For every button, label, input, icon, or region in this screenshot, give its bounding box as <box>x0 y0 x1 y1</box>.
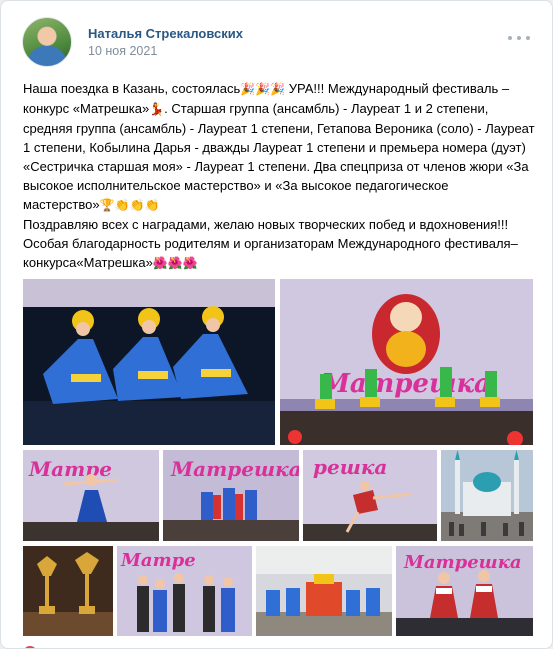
post-text: Наша поездка в Казань, состоялась🎉🎉🎉 УРА… <box>23 79 538 273</box>
photo-1-three-dancers[interactable] <box>23 279 275 445</box>
more-horizontal-icon[interactable] <box>508 32 530 44</box>
author-name[interactable]: Наталья Стрекаловских <box>88 26 243 41</box>
photo-2-stage-banner[interactable]: Матрешка <box>280 279 533 445</box>
hibiscus-icon: 🌺🌺🌺 <box>152 256 198 270</box>
photo-7-trophies[interactable] <box>23 546 113 636</box>
banner-text-4: Матрешка <box>403 552 522 573</box>
banner-text-end: решка <box>313 455 387 479</box>
photo-6-kazan-mosque[interactable] <box>441 450 533 541</box>
photo-10-duet[interactable]: Матрешка <box>396 546 533 636</box>
post-date[interactable]: 10 ноя 2021 <box>88 44 157 58</box>
post-card: Наталья Стрекаловских 10 ноя 2021 Наша п… <box>0 0 553 649</box>
banner-text-2: Матрешка <box>170 457 299 481</box>
party-popper-icon: 🎉🎉🎉 <box>240 82 286 96</box>
banner-text: Матрешка <box>320 369 491 399</box>
author-avatar[interactable] <box>22 17 72 67</box>
photo-5-dancer-jump[interactable]: решка <box>303 450 437 541</box>
like-bar[interactable] <box>23 642 53 648</box>
photo-3-solo-dancer[interactable]: Матре <box>23 450 159 541</box>
photo-4-group-stage[interactable]: Матрешка <box>163 450 299 541</box>
post-text-part-3: . Старшая группа (ансамбль) - Лауреат 1 … <box>23 101 539 212</box>
dancer-icon: 💃 <box>149 102 165 116</box>
post-text-part-4: Поздравляю всех с наградами, желаю новых… <box>23 217 518 270</box>
post-text-part-1: Наша поездка в Казань, состоялась <box>23 81 241 96</box>
photo-8-group-with-jury[interactable]: Матре <box>117 546 252 636</box>
photo-9-big-group[interactable] <box>256 546 392 636</box>
banner-text-3: Матре <box>120 550 196 571</box>
trophy-clap-icon: 🏆👏👏👏 <box>99 198 160 212</box>
banner-text-short: Матре <box>28 457 112 481</box>
